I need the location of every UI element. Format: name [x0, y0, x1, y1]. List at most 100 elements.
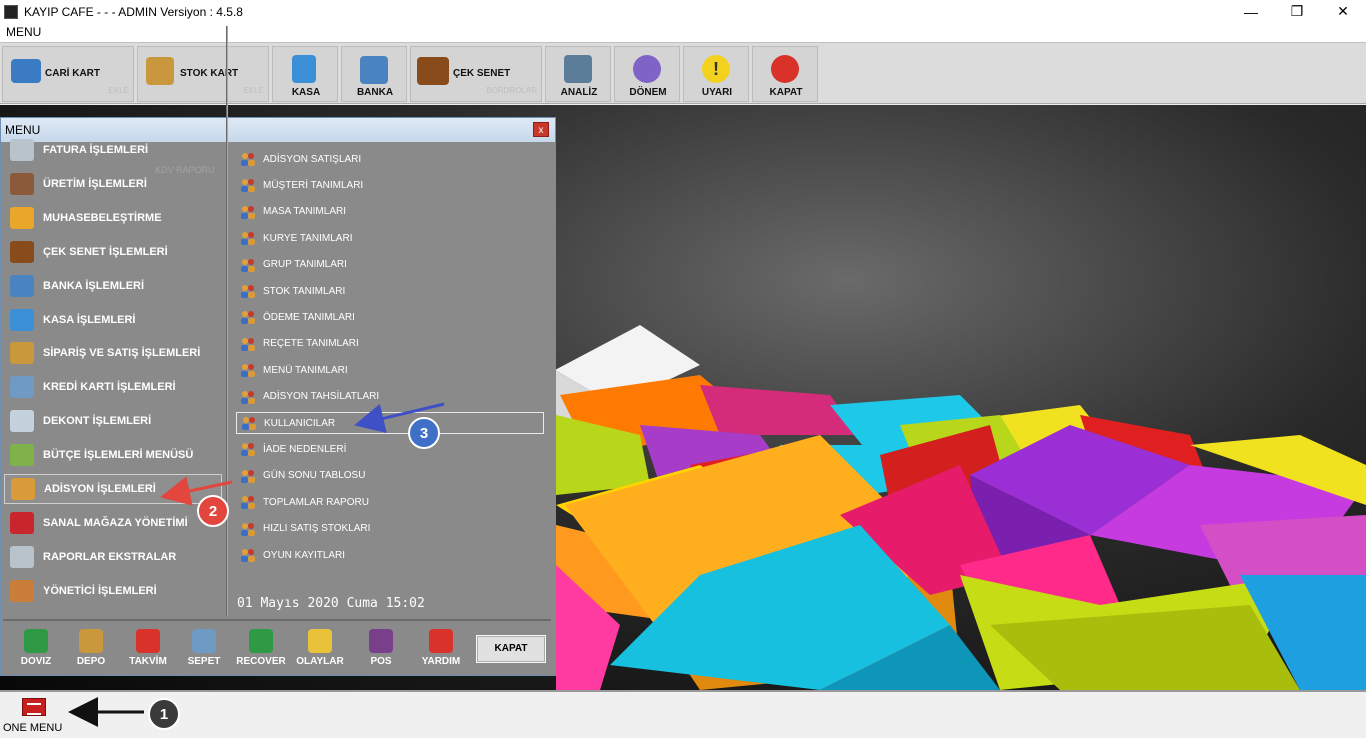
users-icon — [240, 469, 256, 483]
category-item-label: SİPARİŞ VE SATIŞ İŞLEMLERİ — [43, 347, 201, 360]
category-item-banka-islemleri[interactable]: BANKA İŞLEMLERİ — [4, 271, 222, 301]
bank-icon — [360, 56, 388, 84]
maximize-button[interactable]: ❐ — [1274, 0, 1320, 23]
annotation-callout-2: 2 — [197, 495, 229, 527]
submenu-item-gun-sonu-tablosu[interactable]: GÜN SONU TABLOSU — [236, 465, 544, 487]
users-icon — [240, 495, 256, 510]
menu-window-close-button[interactable]: x — [533, 122, 549, 137]
minimize-button[interactable]: — — [1228, 0, 1274, 23]
category-item-dekont-islemleri[interactable]: DEKONT İŞLEMLERİ — [4, 406, 222, 436]
category-item-muhasebelestirme[interactable]: MUHASEBELEŞTİRME — [4, 203, 222, 233]
submenu-item-stok-tanimlari[interactable]: STOK TANIMLARI — [236, 280, 544, 302]
category-item-siparis-ve-satis-islemleri[interactable]: SİPARİŞ VE SATIŞ İŞLEMLERİ — [4, 338, 222, 368]
submenu-item-label: ADİSYON SATIŞLARI — [263, 153, 362, 165]
manager-icon — [10, 579, 34, 602]
category-item-uretim-islemleri[interactable]: ÜRETİM İŞLEMLERİ — [4, 169, 222, 199]
power-icon — [771, 55, 799, 83]
category-item-cek-senet-islemleri[interactable]: ÇEK SENET İŞLEMLERİ — [4, 237, 222, 267]
category-item-yonetici-islemleri[interactable]: YÖNETİCİ İŞLEMLERİ — [4, 576, 222, 606]
briefcase-icon — [417, 57, 449, 85]
category-item-raporlar-ekstralar[interactable]: RAPORLAR EKSTRALAR — [4, 542, 222, 572]
close-window-button[interactable]: ✕ — [1320, 0, 1366, 23]
toolbar-cek-senet-button[interactable]: ÇEK SENET BORDROLAR — [410, 46, 542, 102]
toolbar-label: ANALİZ — [560, 87, 598, 98]
toolbar-sublabel: BORDROLAR — [486, 86, 537, 95]
toolbar-uyari-button[interactable]: ! UYARI — [683, 46, 749, 102]
toolbar-cari-kart-button[interactable]: CARİ KART EKLE — [2, 46, 134, 102]
receipt-icon — [10, 410, 34, 433]
one-menu-label[interactable]: ONE MENU — [3, 722, 62, 734]
submenu-item-musteri-tanimlari[interactable]: MÜŞTERİ TANIMLARI — [236, 174, 544, 196]
toolbar-label: UYARI — [701, 87, 733, 98]
users-icon — [240, 205, 256, 219]
submenu-item-label: MÜŞTERİ TANIMLARI — [263, 179, 364, 191]
submenu-item-label: HIZLI SATIŞ STOKLARI — [263, 523, 371, 535]
submenu-item-label: KURYE TANIMLARI — [263, 232, 353, 244]
bottom-button-depo[interactable]: DEPO — [63, 625, 119, 669]
users-icon — [241, 416, 257, 430]
users-icon — [11, 478, 35, 500]
box-icon — [146, 57, 174, 85]
category-item-butce-islemleri-menusu[interactable]: BÜTÇE İŞLEMLERİ MENÜSÜ — [4, 440, 222, 470]
bottom-button-label: SEPET — [187, 656, 221, 667]
category-item-adisyon-islemleri[interactable]: ADİSYON İŞLEMLERİ — [4, 474, 222, 504]
submenu-item-masa-tanimlari[interactable]: MASA TANIMLARI — [236, 201, 544, 223]
one-menu-icon[interactable] — [22, 698, 46, 716]
submenu-item-label: ADİSYON TAHSİLATLARI — [263, 391, 380, 403]
bottom-button-yardim[interactable]: YARDIM — [413, 625, 469, 669]
currency-chart-icon — [24, 629, 48, 653]
app-window: KAYIP CAFE - - - ADMIN Versiyon : 4.5.8 … — [0, 0, 1366, 738]
submenu-item-oyun-kayitlari[interactable]: OYUN KAYITLARI — [236, 544, 544, 566]
calendar-icon — [136, 629, 160, 653]
submenu-item-label: İADE NEDENLERİ — [263, 443, 347, 455]
toolbar-sublabel: EKLE — [108, 86, 129, 95]
toolbar-label: BANKA — [356, 87, 394, 98]
submenu-item-iade-nedenleri[interactable]: İADE NEDENLERİ — [236, 438, 544, 460]
toolbar-label: KAPAT — [769, 87, 803, 98]
submenu-item-adisyon-satislari[interactable]: ADİSYON SATIŞLARI — [236, 148, 544, 170]
submenu-item-kullanicilar[interactable]: KULLANICILAR — [236, 412, 544, 434]
app-logo-icon — [4, 4, 18, 19]
bottom-button-takvim[interactable]: TAKVİM — [120, 625, 176, 669]
submenu-item-kurye-tanimlari[interactable]: KURYE TANIMLARI — [236, 227, 544, 249]
menubar-menu-item[interactable]: MENU — [6, 25, 41, 39]
submenu-item-recete-tanimlari[interactable]: REÇETE TANIMLARI — [236, 333, 544, 355]
submenu-item-hizli-satis-stoklari[interactable]: HIZLI SATIŞ STOKLARI — [236, 518, 544, 540]
toolbar-banka-button[interactable]: BANKA — [341, 46, 407, 102]
toolbar-kasa-button[interactable]: KASA — [272, 46, 338, 102]
toolbar-donem-button[interactable]: DÖNEM — [614, 46, 680, 102]
category-item-kredi-karti-islemleri[interactable]: KREDİ KARTI İŞLEMLERİ — [4, 372, 222, 402]
bottom-button-label: YARDIM — [421, 656, 461, 667]
category-item-fatura-islemleri[interactable]: FATURA İŞLEMLERİ — [4, 135, 222, 165]
bottom-button-recover[interactable]: RECOVER — [233, 625, 289, 669]
menu-kapat-button[interactable]: KAPAT — [476, 635, 546, 663]
annotation-callout-1: 1 — [148, 698, 180, 730]
toolbar-sublabel: EKLE — [243, 86, 264, 95]
category-item-label: ÇEK SENET İŞLEMLERİ — [43, 245, 168, 258]
toolbar-label: STOK KART — [180, 68, 239, 79]
submenu-item-toplamlar-raporu[interactable]: TOPLAMLAR RAPORU — [236, 491, 544, 513]
toolbar-stok-kart-button[interactable]: STOK KART EKLE — [137, 46, 269, 102]
submenu-item-grup-tanimlari[interactable]: GRUP TANIMLARI — [236, 254, 544, 276]
report-icon — [10, 545, 34, 568]
submenu-item-label: GRUP TANIMLARI — [263, 259, 347, 271]
users-icon — [240, 522, 256, 536]
basket-icon — [192, 629, 216, 653]
category-item-sanal-magaza-yonetimi[interactable]: SANAL MAĞAZA YÖNETİMİ — [4, 508, 222, 538]
category-item-kasa-islemleri[interactable]: KASA İŞLEMLERİ — [4, 305, 222, 335]
submenu-item-adisyon-tahsilatlari[interactable]: ADİSYON TAHSİLATLARI — [236, 386, 544, 408]
factory-icon — [10, 172, 34, 195]
category-item-label: ÜRETİM İŞLEMLERİ — [43, 177, 147, 190]
submenu-item-menu-tanimlari[interactable]: MENÜ TANIMLARI — [236, 359, 544, 381]
toolbar-analiz-button[interactable]: ANALİZ — [545, 46, 611, 102]
category-item-label: KASA İŞLEMLERİ — [43, 313, 136, 326]
bottom-button-pos[interactable]: POS — [353, 625, 409, 669]
bottom-button-olaylar[interactable]: OLAYLAR — [292, 625, 348, 669]
submenu-item-label: KULLANICILAR — [264, 417, 336, 429]
submenu-item-odeme-tanimlari[interactable]: ÖDEME TANIMLARI — [236, 306, 544, 328]
toolbar-kapat-button[interactable]: KAPAT — [752, 46, 818, 102]
toolbar-label: ÇEK SENET — [453, 68, 511, 79]
bottom-button-doviz[interactable]: DOVIZ — [8, 625, 64, 669]
bottom-button-sepet[interactable]: SEPET — [176, 625, 232, 669]
annotation-callout-3: 3 — [408, 417, 440, 449]
